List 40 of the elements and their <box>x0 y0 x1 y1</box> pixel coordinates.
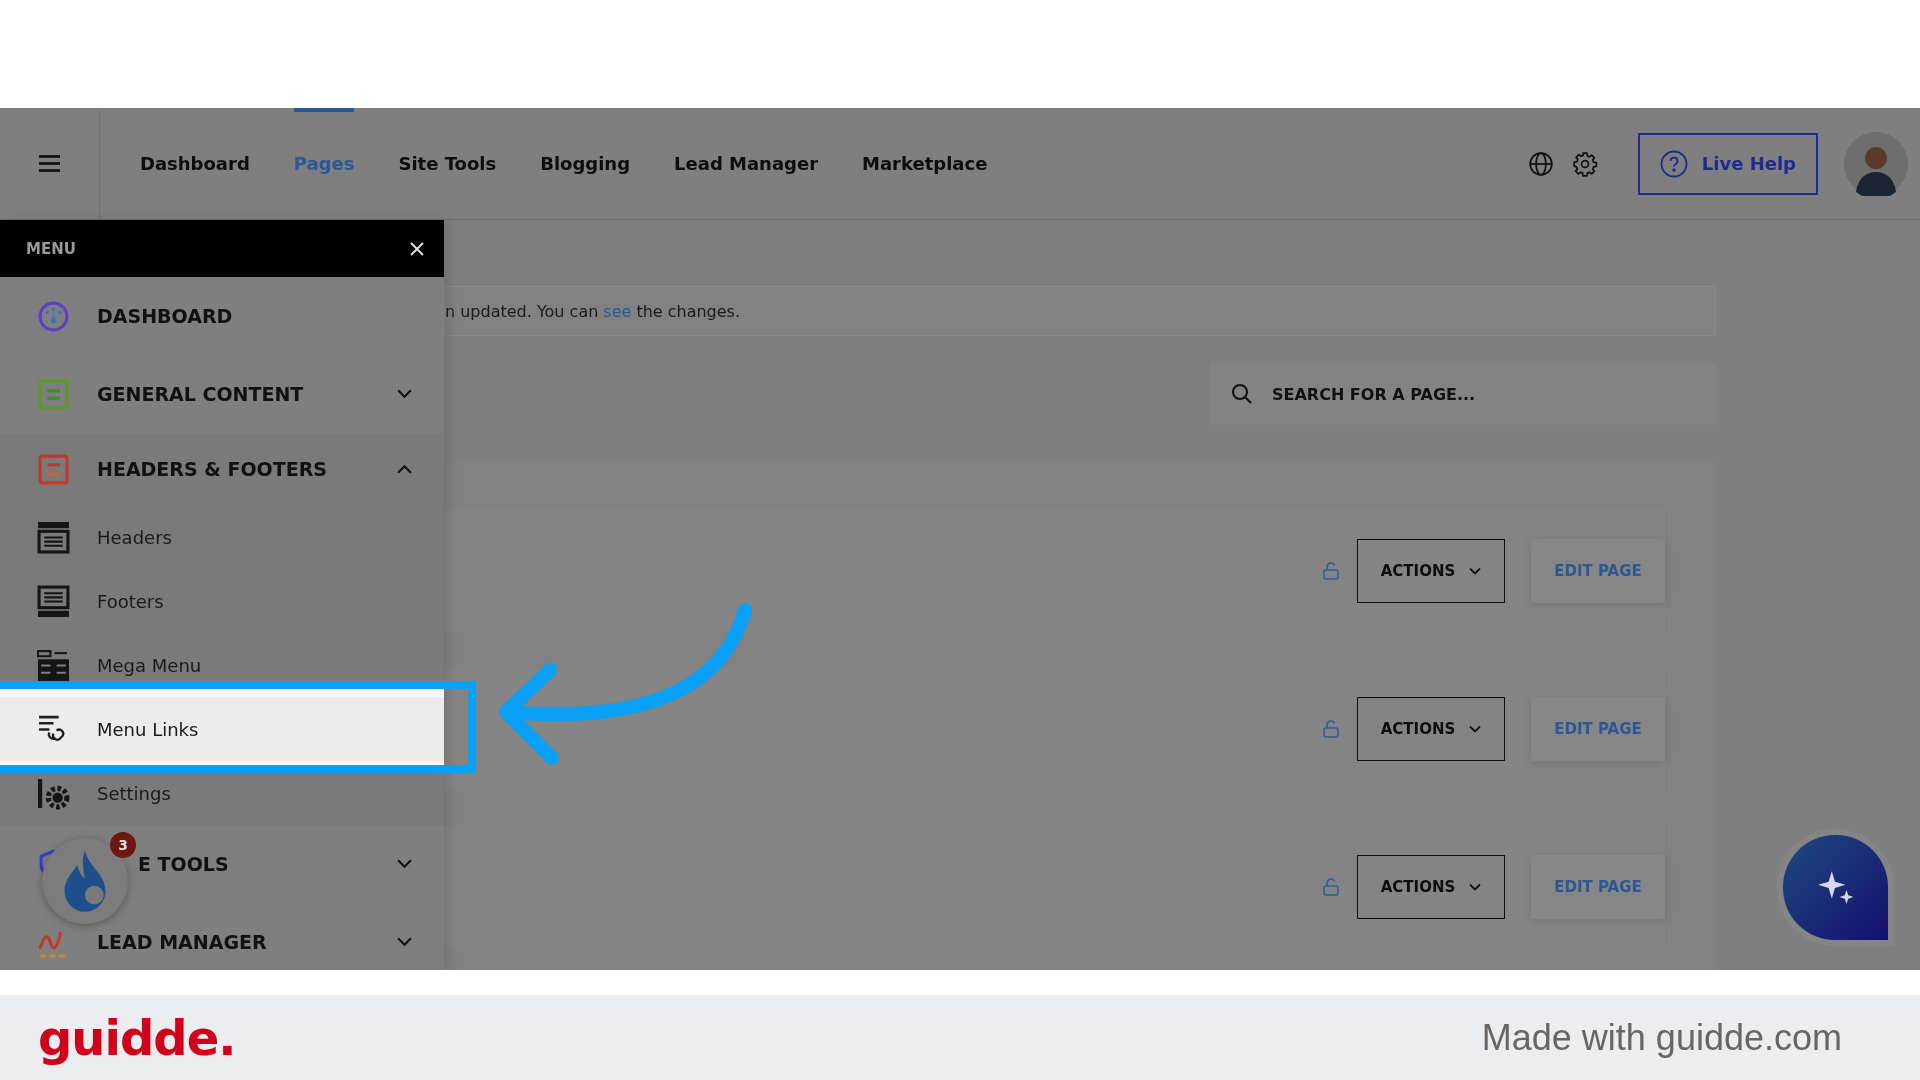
update-notice: n updated. You can see the changes. <box>444 286 1716 336</box>
nav-tab[interactable]: Dashboard <box>140 108 250 219</box>
avatar[interactable] <box>1844 131 1908 196</box>
search-icon <box>1230 382 1254 406</box>
chevron-down-icon <box>1469 883 1482 891</box>
settings-icon[interactable] <box>1571 150 1598 177</box>
settings-icon <box>37 776 70 810</box>
actions-button[interactable]: ACTIONS <box>1357 697 1505 761</box>
footer-layout-icon <box>37 584 70 618</box>
close-icon[interactable] <box>410 241 424 256</box>
menu-section[interactable]: HEADERS & FOOTERS <box>97 458 327 480</box>
credit-text: Made with guidde.com <box>1481 1016 1842 1059</box>
actions-button[interactable]: ACTIONS <box>1357 855 1505 919</box>
menu-item[interactable]: Settings <box>0 761 444 825</box>
content-icon <box>37 377 70 411</box>
guidde-logo: guidde. <box>38 1009 236 1066</box>
globe-icon[interactable] <box>1527 150 1554 177</box>
layout-icon <box>37 452 70 486</box>
mega-menu-icon <box>37 648 70 682</box>
menu-section[interactable]: E TOOLS <box>138 853 229 875</box>
menu-item[interactable]: Mega Menu <box>0 633 444 697</box>
nav-tab[interactable]: Blogging <box>540 108 631 219</box>
menu-icon[interactable] <box>39 155 60 172</box>
nav-tab[interactable]: Lead Manager <box>674 108 819 219</box>
gauge-icon <box>37 299 70 333</box>
menu-section[interactable]: LEAD MANAGER <box>97 931 267 953</box>
chevron-down-icon <box>1469 567 1482 575</box>
nav-tab[interactable]: Marketplace <box>862 108 988 219</box>
menu-title: MENU <box>26 239 76 258</box>
header-layout-icon <box>37 520 70 554</box>
chevron-down-icon <box>1469 725 1482 733</box>
actions-button[interactable]: ACTIONS <box>1357 539 1505 603</box>
menu-item[interactable]: Footers <box>0 569 444 633</box>
nav-tab[interactable]: Site Tools <box>398 108 497 219</box>
question-icon <box>1659 149 1688 178</box>
menu-section[interactable]: GENERAL CONTENT <box>97 383 304 405</box>
menu-section[interactable]: DASHBOARD <box>97 305 233 327</box>
menu-item[interactable]: Headers <box>0 505 444 569</box>
search-field[interactable]: SEARCH FOR A PAGE... <box>1210 363 1716 425</box>
live-help-button[interactable]: Live Help <box>1637 132 1818 195</box>
